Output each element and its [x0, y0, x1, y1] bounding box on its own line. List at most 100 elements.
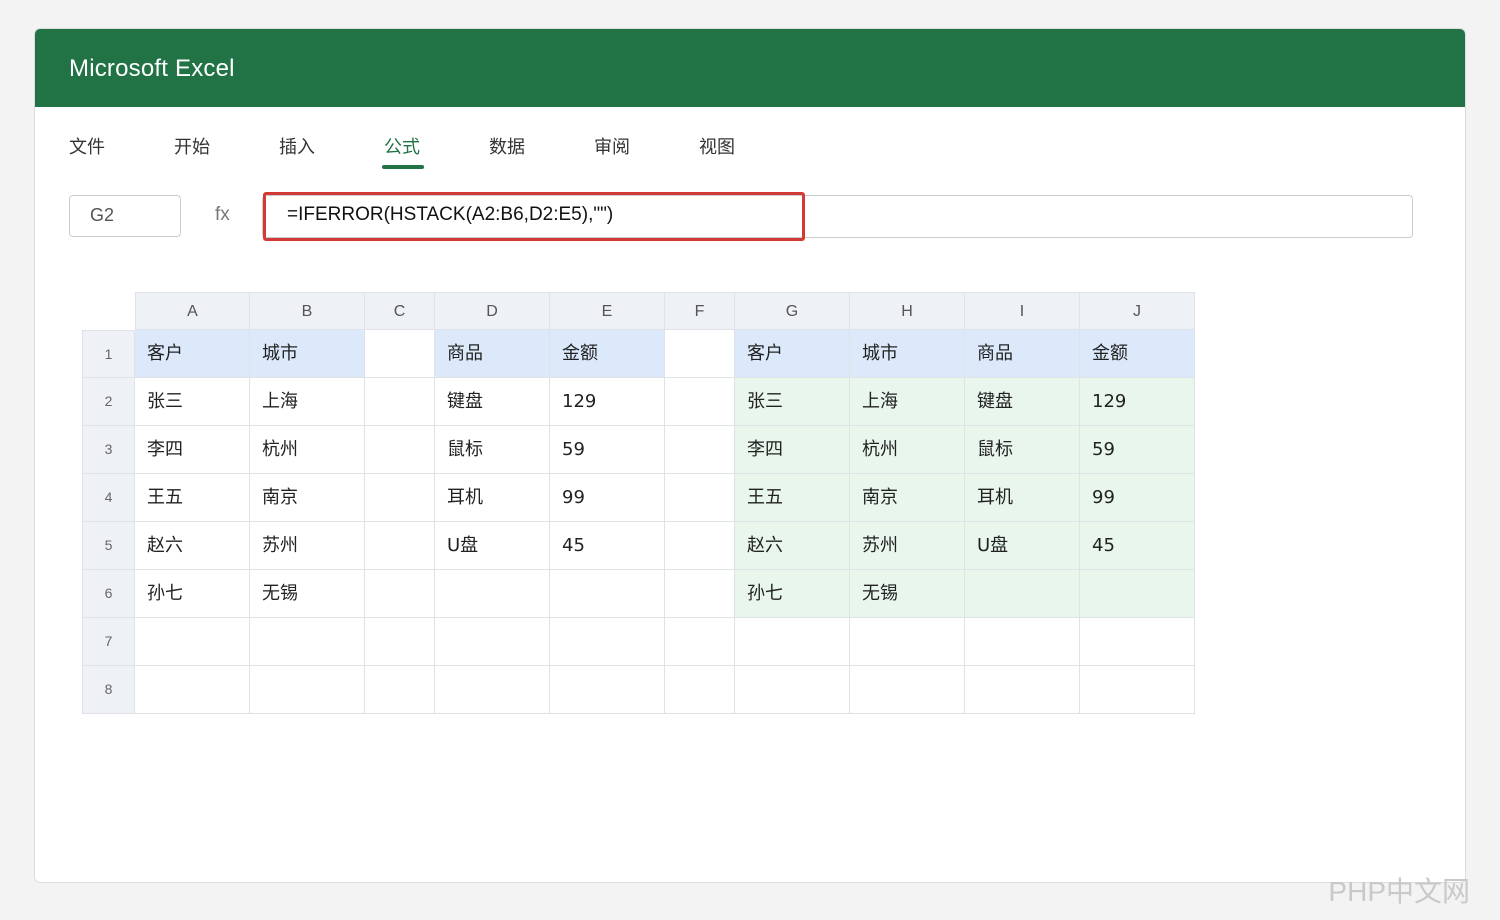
cell-B1[interactable]: 城市 — [250, 330, 365, 378]
tab-3[interactable]: 公式 — [384, 133, 420, 159]
cell-A5[interactable]: 赵六 — [135, 522, 250, 570]
cell-A6[interactable]: 孙七 — [135, 570, 250, 618]
cell-G7[interactable] — [735, 618, 850, 666]
cell-A1[interactable]: 客户 — [135, 330, 250, 378]
cell-J8[interactable] — [1080, 666, 1195, 714]
cell-F4[interactable] — [665, 474, 735, 522]
cell-E2[interactable]: 129 — [550, 378, 665, 426]
cell-H7[interactable] — [850, 618, 965, 666]
cell-H2[interactable]: 上海 — [850, 378, 965, 426]
cell-E3[interactable]: 59 — [550, 426, 665, 474]
cell-B8[interactable] — [250, 666, 365, 714]
row-header-7[interactable]: 7 — [82, 618, 135, 666]
cell-H8[interactable] — [850, 666, 965, 714]
cell-E8[interactable] — [550, 666, 665, 714]
cell-C1[interactable] — [365, 330, 435, 378]
cell-F6[interactable] — [665, 570, 735, 618]
cell-J2[interactable]: 129 — [1080, 378, 1195, 426]
cell-C2[interactable] — [365, 378, 435, 426]
cell-E1[interactable]: 金额 — [550, 330, 665, 378]
row-header-8[interactable]: 8 — [82, 666, 135, 714]
row-header-6[interactable]: 6 — [82, 570, 135, 618]
cell-D8[interactable] — [435, 666, 550, 714]
cell-I2[interactable]: 键盘 — [965, 378, 1080, 426]
cell-I1[interactable]: 商品 — [965, 330, 1080, 378]
tab-5[interactable]: 审阅 — [594, 133, 630, 159]
cell-G6[interactable]: 孙七 — [735, 570, 850, 618]
cell-G4[interactable]: 王五 — [735, 474, 850, 522]
cell-H6[interactable]: 无锡 — [850, 570, 965, 618]
cell-H1[interactable]: 城市 — [850, 330, 965, 378]
cell-A8[interactable] — [135, 666, 250, 714]
row-header-4[interactable]: 4 — [82, 474, 135, 522]
cell-C8[interactable] — [365, 666, 435, 714]
column-header-I[interactable]: I — [965, 292, 1080, 330]
cell-G1[interactable]: 客户 — [735, 330, 850, 378]
cell-D6[interactable] — [435, 570, 550, 618]
cell-C6[interactable] — [365, 570, 435, 618]
cell-I8[interactable] — [965, 666, 1080, 714]
cell-A2[interactable]: 张三 — [135, 378, 250, 426]
tab-2[interactable]: 插入 — [279, 133, 315, 159]
cell-I6[interactable] — [965, 570, 1080, 618]
cell-D3[interactable]: 鼠标 — [435, 426, 550, 474]
column-header-G[interactable]: G — [735, 292, 850, 330]
tab-1[interactable]: 开始 — [174, 133, 210, 159]
cell-E4[interactable]: 99 — [550, 474, 665, 522]
row-header-1[interactable]: 1 — [82, 330, 135, 378]
cell-D7[interactable] — [435, 618, 550, 666]
cell-B4[interactable]: 南京 — [250, 474, 365, 522]
cell-C3[interactable] — [365, 426, 435, 474]
cell-B6[interactable]: 无锡 — [250, 570, 365, 618]
column-header-B[interactable]: B — [250, 292, 365, 330]
row-header-2[interactable]: 2 — [82, 378, 135, 426]
cell-E7[interactable] — [550, 618, 665, 666]
cell-J7[interactable] — [1080, 618, 1195, 666]
cell-D5[interactable]: U盘 — [435, 522, 550, 570]
cell-F8[interactable] — [665, 666, 735, 714]
cell-C7[interactable] — [365, 618, 435, 666]
cell-A7[interactable] — [135, 618, 250, 666]
cell-A4[interactable]: 王五 — [135, 474, 250, 522]
column-header-C[interactable]: C — [365, 292, 435, 330]
cell-J1[interactable]: 金额 — [1080, 330, 1195, 378]
column-header-F[interactable]: F — [665, 292, 735, 330]
cell-G3[interactable]: 李四 — [735, 426, 850, 474]
row-header-3[interactable]: 3 — [82, 426, 135, 474]
cell-D2[interactable]: 键盘 — [435, 378, 550, 426]
column-header-E[interactable]: E — [550, 292, 665, 330]
cell-I4[interactable]: 耳机 — [965, 474, 1080, 522]
cell-B5[interactable]: 苏州 — [250, 522, 365, 570]
cell-J3[interactable]: 59 — [1080, 426, 1195, 474]
cell-D1[interactable]: 商品 — [435, 330, 550, 378]
cell-F7[interactable] — [665, 618, 735, 666]
tab-6[interactable]: 视图 — [699, 133, 735, 159]
cell-J5[interactable]: 45 — [1080, 522, 1195, 570]
column-header-D[interactable]: D — [435, 292, 550, 330]
cell-I3[interactable]: 鼠标 — [965, 426, 1080, 474]
cell-D4[interactable]: 耳机 — [435, 474, 550, 522]
column-header-H[interactable]: H — [850, 292, 965, 330]
cell-C5[interactable] — [365, 522, 435, 570]
tab-0[interactable]: 文件 — [69, 133, 105, 159]
cell-A3[interactable]: 李四 — [135, 426, 250, 474]
cell-E5[interactable]: 45 — [550, 522, 665, 570]
cell-G8[interactable] — [735, 666, 850, 714]
cell-I7[interactable] — [965, 618, 1080, 666]
cell-G2[interactable]: 张三 — [735, 378, 850, 426]
cell-J6[interactable] — [1080, 570, 1195, 618]
cell-F1[interactable] — [665, 330, 735, 378]
name-box[interactable]: G2 — [69, 195, 181, 237]
cell-G5[interactable]: 赵六 — [735, 522, 850, 570]
cell-H3[interactable]: 杭州 — [850, 426, 965, 474]
cell-H4[interactable]: 南京 — [850, 474, 965, 522]
cell-B3[interactable]: 杭州 — [250, 426, 365, 474]
cell-F2[interactable] — [665, 378, 735, 426]
cell-B2[interactable]: 上海 — [250, 378, 365, 426]
cell-H5[interactable]: 苏州 — [850, 522, 965, 570]
column-header-A[interactable]: A — [135, 292, 250, 330]
column-header-J[interactable]: J — [1080, 292, 1195, 330]
cell-E6[interactable] — [550, 570, 665, 618]
cell-F3[interactable] — [665, 426, 735, 474]
cell-C4[interactable] — [365, 474, 435, 522]
